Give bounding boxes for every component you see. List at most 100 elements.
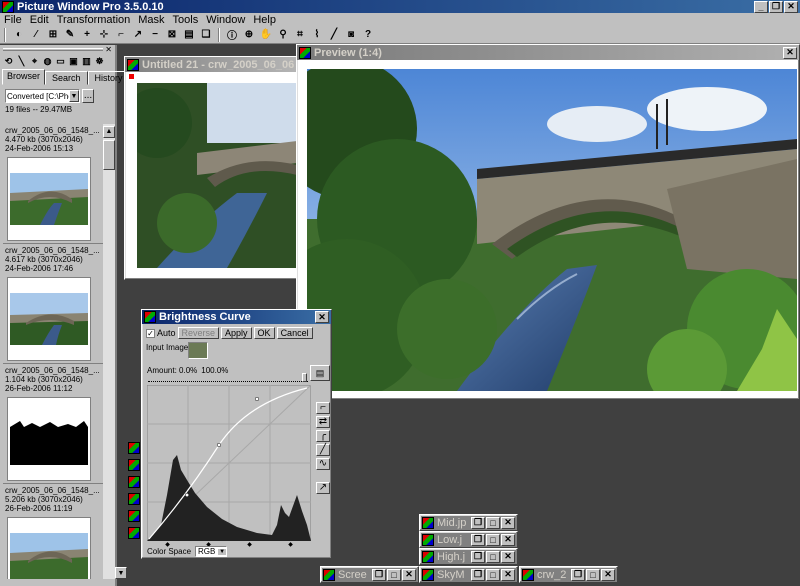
menu-file[interactable]: File bbox=[0, 14, 26, 26]
folder-browse-button[interactable]: ... bbox=[82, 89, 94, 103]
compass-icon[interactable]: ⊕ bbox=[241, 27, 257, 43]
restore-button[interactable]: ❐ bbox=[471, 550, 485, 563]
menu-tools[interactable]: Tools bbox=[169, 14, 203, 26]
thumbnail[interactable] bbox=[7, 397, 91, 481]
save-icon[interactable]: ▣ bbox=[67, 53, 80, 69]
restore-button[interactable]: ❐ bbox=[769, 0, 783, 13]
file-list-scrollbar[interactable]: ▲ ▼ bbox=[103, 124, 127, 579]
close-button[interactable]: ✕ bbox=[501, 568, 515, 581]
eyedropper-icon[interactable]: ↗ bbox=[316, 482, 330, 494]
list-item[interactable]: crw_2005_06_06_1548_... 5.206 kb (3070x2… bbox=[3, 484, 103, 579]
apply-button[interactable]: Apply bbox=[221, 327, 252, 339]
tab-browser[interactable]: Browser bbox=[2, 69, 46, 85]
input-image-thumbnail[interactable] bbox=[188, 342, 208, 359]
minimized-window[interactable]: Mid.jp ❐ □ ✕ bbox=[419, 514, 518, 531]
minimized-window[interactable]: Scree ❐ □ ✕ bbox=[320, 566, 419, 583]
pencil-icon[interactable]: ✎ bbox=[62, 27, 78, 43]
restore-button[interactable]: ❐ bbox=[471, 568, 485, 581]
tag-icon[interactable]: ⌖ bbox=[28, 53, 41, 69]
untitled-window-title-bar[interactable]: Untitled 21 - crw_2005_06_06 bbox=[125, 57, 297, 72]
menu-transformation[interactable]: Transformation bbox=[53, 14, 135, 26]
window-icon[interactable] bbox=[128, 510, 140, 522]
list-item[interactable]: crw_2005_06_06_1548_... 4.617 kb (3070x2… bbox=[3, 244, 103, 364]
info-icon[interactable]: ⓘ bbox=[224, 27, 240, 43]
wand-icon[interactable]: ⁄ bbox=[28, 27, 44, 43]
minimized-window[interactable]: crw_2 ❐ □ ✕ bbox=[519, 566, 618, 583]
zoom-icon[interactable]: ⚲ bbox=[275, 27, 291, 43]
restore-button[interactable]: ❐ bbox=[471, 533, 485, 546]
menu-window[interactable]: Window bbox=[202, 14, 249, 26]
thumbnail[interactable] bbox=[7, 157, 91, 241]
arrow-icon[interactable]: ↗ bbox=[130, 27, 146, 43]
window-icon[interactable] bbox=[128, 493, 140, 505]
curve-tool-1-icon[interactable]: ⌐ bbox=[316, 402, 330, 414]
menu-help[interactable]: Help bbox=[249, 14, 280, 26]
plus-icon[interactable]: + bbox=[79, 27, 95, 43]
auto-checkbox[interactable]: ✓ bbox=[146, 328, 155, 338]
minimized-window[interactable]: High.j ❐ □ ✕ bbox=[419, 548, 518, 565]
crop-icon[interactable]: ⌐ bbox=[113, 27, 129, 43]
pen-icon[interactable]: ╱ bbox=[326, 27, 342, 43]
split-view-icon[interactable]: ◐ bbox=[11, 27, 27, 43]
restore-button[interactable]: ❐ bbox=[471, 516, 485, 529]
delete-icon[interactable]: ▥ bbox=[80, 53, 93, 69]
cancel-button[interactable]: Cancel bbox=[276, 327, 313, 339]
chevron-down-icon[interactable]: ▼ bbox=[69, 90, 79, 102]
fit-icon[interactable]: ⊠ bbox=[164, 27, 180, 43]
maximize-button[interactable]: □ bbox=[486, 550, 500, 563]
minus-icon[interactable]: − bbox=[147, 27, 163, 43]
preview-title-bar[interactable]: Preview (1:4) ✕ bbox=[297, 45, 799, 60]
close-button[interactable]: ✕ bbox=[601, 568, 615, 581]
maximize-button[interactable]: □ bbox=[387, 568, 401, 581]
maximize-button[interactable]: □ bbox=[486, 516, 500, 529]
curve-preset-icon[interactable]: ▤ bbox=[310, 365, 330, 381]
curve-tool-2-icon[interactable]: ⇄ bbox=[316, 416, 330, 428]
scroll-up-icon[interactable]: ▲ bbox=[103, 125, 115, 138]
list-item[interactable]: crw_2005_06_06_1548_... 4.470 kb (3070x2… bbox=[3, 124, 103, 244]
curve-tool-4-icon[interactable]: ╱ bbox=[316, 444, 330, 456]
close-button[interactable]: ✕ bbox=[501, 550, 515, 563]
close-button[interactable]: ✕ bbox=[501, 516, 515, 529]
preview-close-button[interactable]: ✕ bbox=[783, 46, 797, 59]
curve-graph[interactable] bbox=[147, 385, 311, 541]
back-icon[interactable]: ⟲ bbox=[2, 53, 15, 69]
minimized-window[interactable]: SkyM ❐ □ ✕ bbox=[419, 566, 518, 583]
maximize-button[interactable]: □ bbox=[486, 568, 500, 581]
thumbnail[interactable] bbox=[7, 517, 91, 579]
pencil-icon[interactable]: ╲ bbox=[15, 53, 28, 69]
curve-tool-5-icon[interactable]: ∿ bbox=[316, 458, 330, 470]
reverse-button[interactable]: Reverse bbox=[177, 327, 220, 339]
panel-close-icon[interactable]: ✕ bbox=[105, 45, 112, 54]
stack-icon[interactable]: ▤ bbox=[181, 27, 197, 43]
settings-icon[interactable]: ☸ bbox=[93, 53, 106, 69]
curve-tool-3-icon[interactable]: ╭ bbox=[316, 430, 330, 442]
colorspace-select[interactable]: RGB ▼ bbox=[195, 546, 228, 557]
print-icon[interactable]: ▭ bbox=[54, 53, 67, 69]
scroll-thumb[interactable] bbox=[103, 139, 115, 170]
close-button[interactable]: ✕ bbox=[402, 568, 416, 581]
copy-icon[interactable]: ❏ bbox=[198, 27, 214, 43]
amount-slider[interactable] bbox=[148, 376, 308, 382]
maximize-button[interactable]: □ bbox=[486, 533, 500, 546]
tab-search[interactable]: Search bbox=[45, 71, 88, 85]
help-icon[interactable]: ? bbox=[360, 27, 376, 43]
window-icon[interactable] bbox=[128, 442, 140, 454]
menu-edit[interactable]: Edit bbox=[26, 14, 53, 26]
menu-mask[interactable]: Mask bbox=[134, 14, 168, 26]
minimized-window[interactable]: Low.j ❐ □ ✕ bbox=[419, 531, 518, 548]
camera-icon[interactable]: ◙ bbox=[343, 27, 359, 43]
close-button[interactable]: ✕ bbox=[501, 533, 515, 546]
list-item[interactable]: crw_2005_06_06_1548_... 1.104 kb (3070x2… bbox=[3, 364, 103, 484]
window-icon[interactable] bbox=[128, 527, 140, 539]
curve-title-bar[interactable]: Brightness Curve ✕ bbox=[142, 310, 331, 324]
close-button[interactable]: ✕ bbox=[784, 0, 798, 13]
scroll-down-icon[interactable]: ▼ bbox=[115, 567, 127, 579]
restore-button[interactable]: ❐ bbox=[571, 568, 585, 581]
ok-button[interactable]: OK bbox=[253, 327, 275, 339]
amount-slider-thumb[interactable] bbox=[302, 373, 307, 382]
maximize-button[interactable]: □ bbox=[586, 568, 600, 581]
chevron-down-icon[interactable]: ▼ bbox=[218, 548, 227, 555]
hand-icon[interactable]: ✋ bbox=[258, 27, 274, 43]
grid-icon[interactable]: ⊞ bbox=[45, 27, 61, 43]
eyedropper-icon[interactable]: ⌗ bbox=[292, 27, 308, 43]
